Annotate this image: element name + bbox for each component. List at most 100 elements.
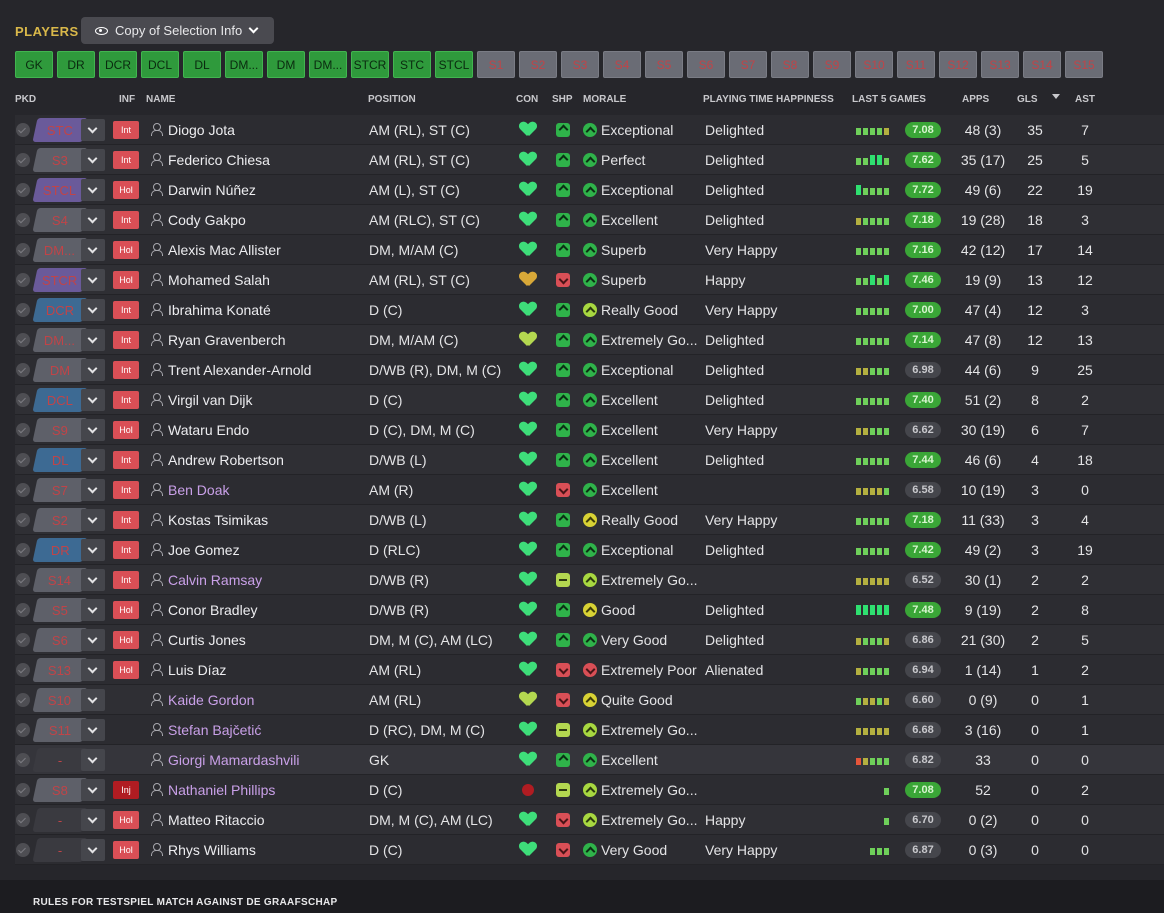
slot-gk[interactable]: GK xyxy=(15,51,53,78)
slot-dm[interactable]: DM... xyxy=(225,51,263,78)
info-badge[interactable]: Int xyxy=(113,331,139,349)
picked-slot[interactable]: DCR xyxy=(32,298,88,322)
player-name[interactable]: Trent Alexander-Arnold xyxy=(168,362,311,378)
select-check-icon[interactable] xyxy=(16,753,30,767)
slot-s12[interactable]: S12 xyxy=(939,51,977,78)
select-check-icon[interactable] xyxy=(16,153,30,167)
slot-dropdown-button[interactable] xyxy=(81,269,105,291)
table-row[interactable]: - Hol Rhys Williams D (C) Very Good Very Happ… xyxy=(15,835,1164,865)
player-name[interactable]: Rhys Williams xyxy=(168,842,256,858)
slot-s14[interactable]: S14 xyxy=(1023,51,1061,78)
table-row[interactable]: STCR Hol Mohamed Salah AM (RL), ST (C) Super… xyxy=(15,265,1164,295)
select-check-icon[interactable] xyxy=(16,243,30,257)
slot-dropdown-button[interactable] xyxy=(81,629,105,651)
player-name[interactable]: Matteo Ritaccio xyxy=(168,812,264,828)
slot-s10[interactable]: S10 xyxy=(855,51,893,78)
picked-slot[interactable]: S6 xyxy=(32,628,88,652)
slot-dropdown-button[interactable] xyxy=(81,419,105,441)
slot-s4[interactable]: S4 xyxy=(603,51,641,78)
picked-slot[interactable]: STC xyxy=(32,118,88,142)
slot-dropdown-button[interactable] xyxy=(81,239,105,261)
slot-dropdown-button[interactable] xyxy=(81,329,105,351)
table-row[interactable]: S14 Int Calvin Ramsay D/WB (R) Extremely Go.… xyxy=(15,565,1164,595)
slot-dropdown-button[interactable] xyxy=(81,389,105,411)
slot-s9[interactable]: S9 xyxy=(813,51,851,78)
slot-dropdown-button[interactable] xyxy=(81,659,105,681)
select-check-icon[interactable] xyxy=(16,693,30,707)
select-check-icon[interactable] xyxy=(16,303,30,317)
table-row[interactable]: S7 Int Ben Doak AM (R) Excellent 6.58 10 (19) 3… xyxy=(15,475,1164,505)
col-pkd[interactable]: PKD xyxy=(15,94,36,105)
table-row[interactable]: - Hol Matteo Ritaccio DM, M (C), AM (LC) Ext… xyxy=(15,805,1164,835)
player-name[interactable]: Alexis Mac Allister xyxy=(168,242,281,258)
player-name[interactable]: Stefan Bajčetić xyxy=(168,722,261,738)
slot-s3[interactable]: S3 xyxy=(561,51,599,78)
info-badge[interactable]: Int xyxy=(113,571,139,589)
info-badge[interactable]: Int xyxy=(113,211,139,229)
table-row[interactable]: S5 Hol Conor Bradley D/WB (R) Good Delighted 7… xyxy=(15,595,1164,625)
table-row[interactable]: S2 Int Kostas Tsimikas D/WB (L) Really Good V… xyxy=(15,505,1164,535)
table-row[interactable]: S13 Hol Luis Díaz AM (RL) Extremely Poor Alie… xyxy=(15,655,1164,685)
slot-dropdown-button[interactable] xyxy=(81,689,105,711)
select-check-icon[interactable] xyxy=(16,423,30,437)
slot-s1[interactable]: S1 xyxy=(477,51,515,78)
picked-slot[interactable]: S10 xyxy=(32,688,88,712)
info-badge[interactable]: Inj xyxy=(113,781,139,799)
player-name[interactable]: Virgil van Dijk xyxy=(168,392,253,408)
slot-s13[interactable]: S13 xyxy=(981,51,1019,78)
slot-dropdown-button[interactable] xyxy=(81,719,105,741)
player-name[interactable]: Ben Doak xyxy=(168,482,229,498)
select-check-icon[interactable] xyxy=(16,273,30,287)
select-check-icon[interactable] xyxy=(16,183,30,197)
slot-dropdown-button[interactable] xyxy=(81,539,105,561)
info-badge[interactable]: Int xyxy=(113,301,139,319)
slot-dropdown-button[interactable] xyxy=(81,449,105,471)
picked-slot[interactable]: - xyxy=(32,808,88,832)
select-check-icon[interactable] xyxy=(16,843,30,857)
slot-dr[interactable]: DR xyxy=(57,51,95,78)
table-row[interactable]: DR Int Joe Gomez D (RLC) Exceptional Delighte… xyxy=(15,535,1164,565)
slot-s11[interactable]: S11 xyxy=(897,51,935,78)
select-check-icon[interactable] xyxy=(16,633,30,647)
select-check-icon[interactable] xyxy=(16,513,30,527)
slot-dropdown-button[interactable] xyxy=(81,839,105,861)
picked-slot[interactable]: S2 xyxy=(32,508,88,532)
slot-dropdown-button[interactable] xyxy=(81,479,105,501)
picked-slot[interactable]: DL xyxy=(32,448,88,472)
picked-slot[interactable]: S5 xyxy=(32,598,88,622)
select-check-icon[interactable] xyxy=(16,393,30,407)
select-check-icon[interactable] xyxy=(16,213,30,227)
info-badge[interactable]: Int xyxy=(113,391,139,409)
picked-slot[interactable]: STCR xyxy=(32,268,88,292)
table-row[interactable]: DM... Int Ryan Gravenberch DM, M/AM (C) Extr… xyxy=(15,325,1164,355)
slot-dropdown-button[interactable] xyxy=(81,179,105,201)
slot-s2[interactable]: S2 xyxy=(519,51,557,78)
slot-stcl[interactable]: STCL xyxy=(435,51,473,78)
slot-s7[interactable]: S7 xyxy=(729,51,767,78)
player-name[interactable]: Kaide Gordon xyxy=(168,692,254,708)
col-apps[interactable]: APPS xyxy=(962,94,989,105)
select-check-icon[interactable] xyxy=(16,363,30,377)
player-name[interactable]: Cody Gakpo xyxy=(168,212,246,228)
slot-dropdown-button[interactable] xyxy=(81,299,105,321)
col-last-5-games[interactable]: LAST 5 GAMES xyxy=(852,94,926,105)
slot-s8[interactable]: S8 xyxy=(771,51,809,78)
picked-slot[interactable]: S9 xyxy=(32,418,88,442)
select-check-icon[interactable] xyxy=(16,603,30,617)
player-name[interactable]: Giorgi Mamardashvili xyxy=(168,752,299,768)
table-row[interactable]: DM... Hol Alexis Mac Allister DM, M/AM (C) S… xyxy=(15,235,1164,265)
col-playing-time-happiness[interactable]: PLAYING TIME HAPPINESS xyxy=(703,94,834,105)
player-name[interactable]: Conor Bradley xyxy=(168,602,258,618)
player-name[interactable]: Kostas Tsimikas xyxy=(168,512,268,528)
info-badge[interactable]: Hol xyxy=(113,601,139,619)
slot-dropdown-button[interactable] xyxy=(81,749,105,771)
select-check-icon[interactable] xyxy=(16,723,30,737)
table-row[interactable]: DM Int Trent Alexander-Arnold D/WB (R), DM,… xyxy=(15,355,1164,385)
info-badge[interactable]: Hol xyxy=(113,271,139,289)
col-ast[interactable]: AST xyxy=(1075,94,1095,105)
player-name[interactable]: Ibrahima Konaté xyxy=(168,302,271,318)
slot-dm[interactable]: DM... xyxy=(309,51,347,78)
view-selector-button[interactable]: Copy of Selection Info xyxy=(81,17,274,44)
picked-slot[interactable]: S11 xyxy=(32,718,88,742)
picked-slot[interactable]: S13 xyxy=(32,658,88,682)
